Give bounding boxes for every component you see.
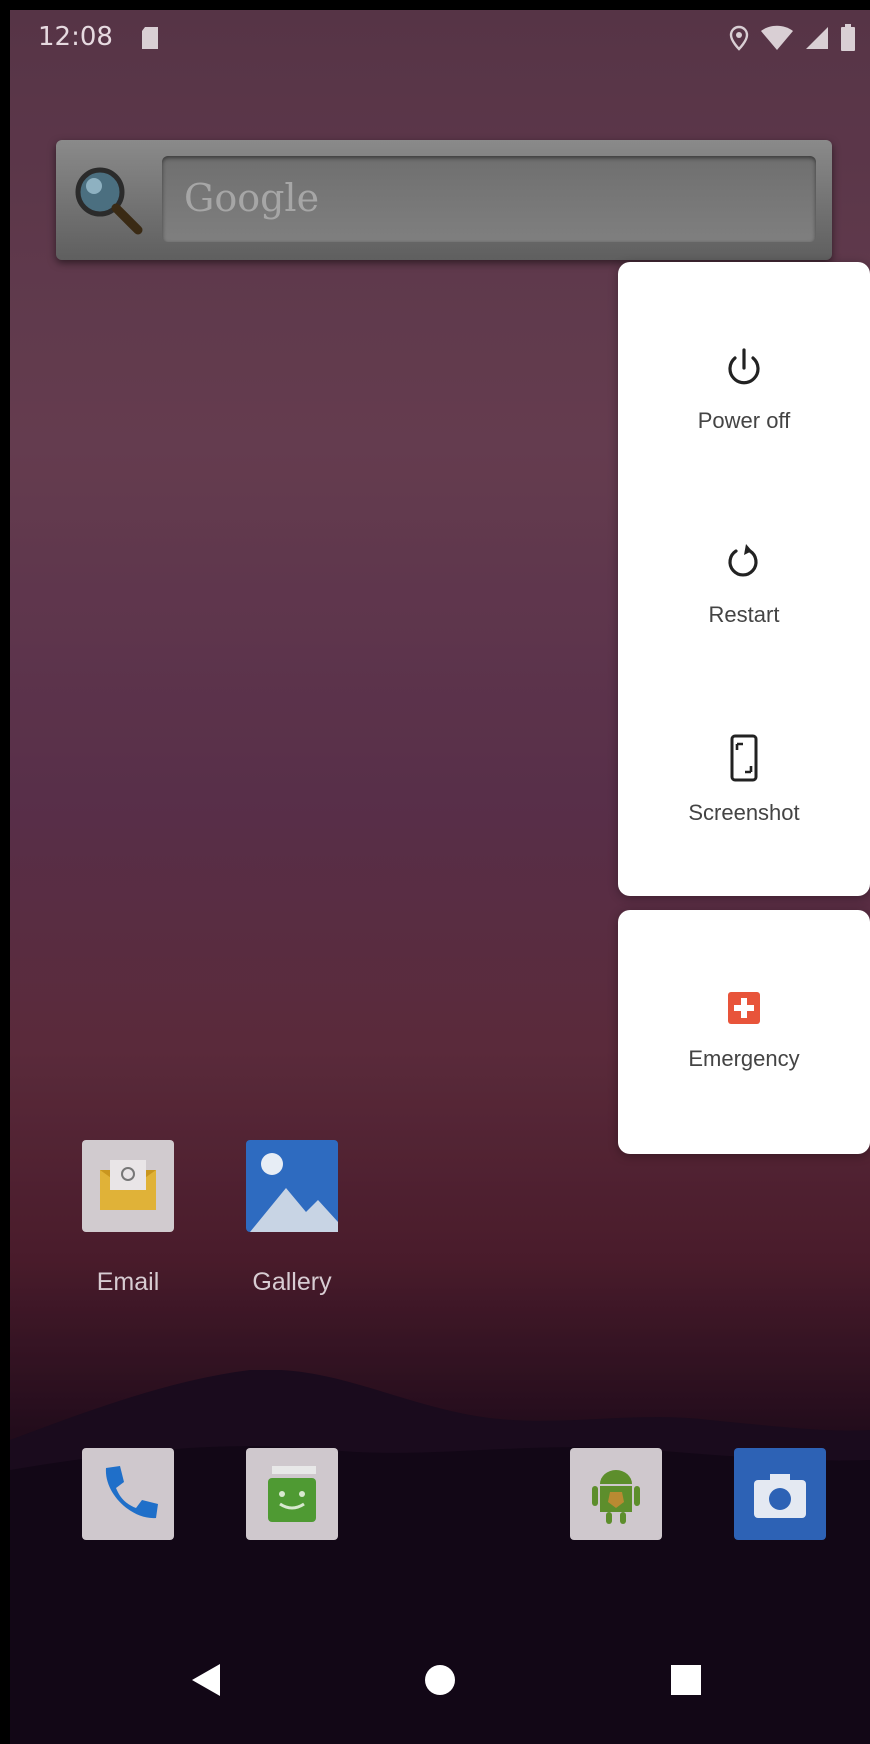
status-icons — [728, 24, 856, 52]
location-icon — [729, 25, 749, 51]
restart-button[interactable]: Restart — [618, 540, 870, 628]
sd-card-icon — [142, 27, 158, 49]
app-gallery[interactable]: Gallery — [232, 1140, 352, 1297]
search-input[interactable]: Google — [162, 156, 816, 242]
app-email[interactable]: Email — [68, 1140, 188, 1297]
screenshot-button[interactable]: Screenshot — [618, 734, 870, 826]
messenger-icon — [246, 1448, 338, 1540]
emergency-icon — [728, 992, 760, 1024]
signal-icon — [806, 27, 828, 49]
status-time: 12:08 — [38, 22, 113, 52]
dock-messenger[interactable] — [232, 1448, 352, 1540]
email-icon — [82, 1140, 174, 1232]
battery-icon — [841, 24, 855, 51]
navigation-bar — [10, 1630, 870, 1744]
restart-icon — [728, 544, 758, 577]
dock-android-app[interactable] — [556, 1448, 676, 1540]
android-icon — [570, 1448, 662, 1540]
power-off-button[interactable]: Power off — [618, 346, 870, 434]
gallery-icon — [246, 1140, 338, 1232]
emergency-button[interactable]: Emergency — [618, 988, 870, 1072]
emergency-label: Emergency — [688, 1046, 800, 1071]
home-screen: 12:08 Google Email Gallery Power off Res… — [10, 10, 870, 1744]
restart-label: Restart — [708, 602, 780, 627]
google-search-widget[interactable]: Google — [56, 140, 832, 260]
phone-icon — [82, 1448, 174, 1540]
dock-phone[interactable] — [68, 1448, 188, 1540]
power-icon — [728, 348, 760, 385]
status-bar: 12:08 — [10, 10, 870, 70]
screenshot-label: Screenshot — [688, 800, 800, 825]
back-icon[interactable] — [186, 1660, 226, 1700]
power-menu: Power off Restart Screenshot — [618, 262, 870, 896]
search-icon — [75, 167, 143, 235]
home-icon[interactable] — [420, 1660, 460, 1700]
camera-icon — [734, 1448, 826, 1540]
app-label: Gallery — [252, 1268, 332, 1296]
power-off-label: Power off — [697, 408, 791, 433]
recents-icon[interactable] — [666, 1660, 706, 1700]
wifi-icon — [761, 25, 793, 50]
screenshot-icon — [730, 734, 758, 782]
emergency-card: Emergency — [618, 910, 870, 1154]
app-label: Email — [96, 1268, 160, 1296]
search-placeholder: Google — [184, 176, 320, 220]
dock-camera[interactable] — [720, 1448, 840, 1540]
